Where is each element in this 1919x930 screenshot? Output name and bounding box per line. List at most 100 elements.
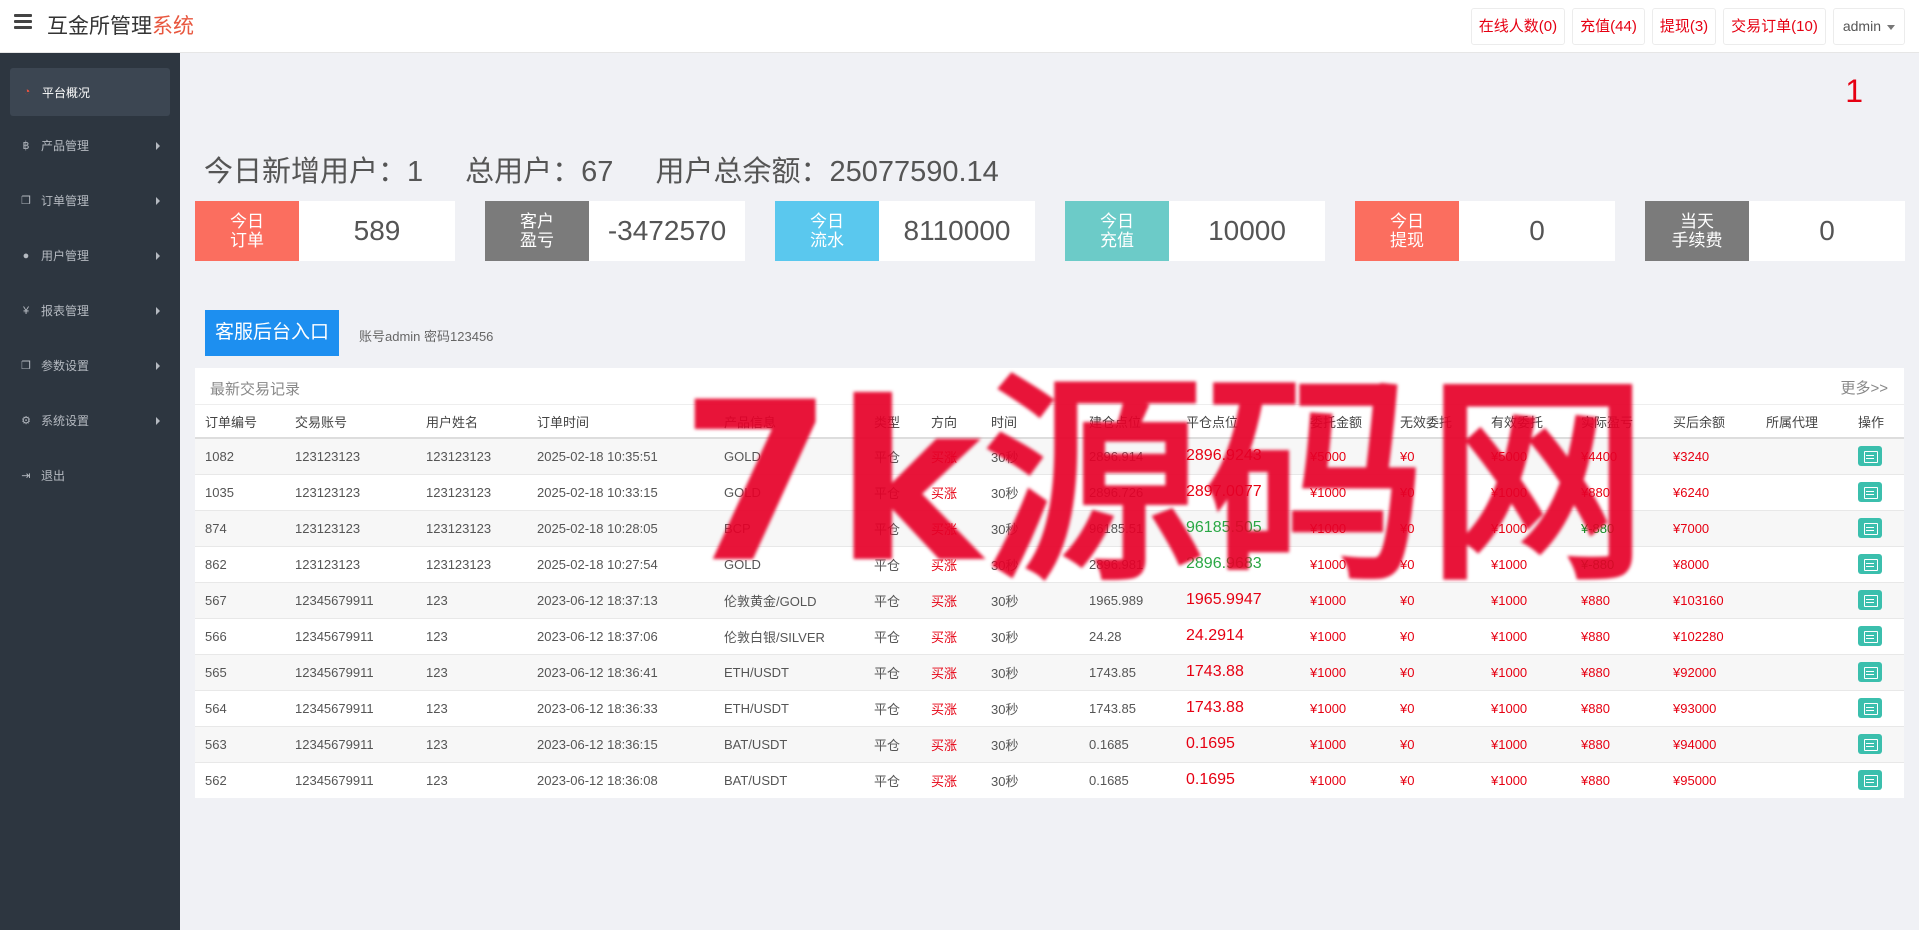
sidebar-item-orders[interactable]: ❐ 订单管理 [0, 173, 180, 228]
cell-agent [1756, 545, 1848, 582]
sidebar-item-label: 平台概况 [42, 85, 91, 100]
sidebar-item-params[interactable]: ❐ 参数设置 [0, 338, 180, 393]
cell-operation [1848, 581, 1904, 618]
cell-product: GOLD [714, 545, 864, 582]
cell-account: 123123123 [285, 473, 416, 510]
gears-icon: ⚙ [21, 414, 31, 427]
cell-balance-after: ¥3240 [1663, 437, 1756, 474]
top-bar: 互金所管理系统 在线人数(0) 充值(44) 提现(3) 交易订单(10) ad… [0, 0, 1919, 53]
cell-agent [1756, 473, 1848, 510]
column-header: 建仓点位 [1079, 405, 1176, 439]
sidebar-item-logout[interactable]: ⇥ 退出 [0, 448, 180, 503]
sidebar-item-system[interactable]: ⚙ 系统设置 [0, 393, 180, 448]
caret-right-icon [156, 361, 160, 370]
view-detail-icon[interactable] [1858, 590, 1882, 610]
column-header: 订单时间 [527, 405, 714, 439]
total-users-label: 总用户： [465, 156, 582, 188]
stat-label-line1: 客户 [520, 212, 554, 231]
cell-direction: 买涨 [921, 689, 981, 726]
cell-agent [1756, 725, 1848, 762]
view-detail-icon[interactable] [1858, 734, 1882, 754]
cell-period: 30秒 [981, 545, 1079, 582]
menu-toggle-icon[interactable] [14, 14, 32, 30]
cell-pnl: ¥-880 [1571, 509, 1663, 546]
cell-trade-type: 平仓 [864, 509, 921, 546]
cell-valid-amount: ¥1000 [1481, 509, 1571, 546]
cell-direction: 买涨 [921, 581, 981, 618]
cell-invalid-amount: ¥0 [1390, 761, 1481, 798]
cell-close-price: 2897.0077 [1176, 473, 1300, 510]
cell-amount: ¥1000 [1300, 545, 1390, 582]
stat-label-line2: 充值 [1100, 231, 1134, 250]
stat-card: 当天 手续费 0 [1645, 201, 1905, 261]
yen-icon: ¥ [22, 304, 30, 317]
stat-value: 10000 [1208, 215, 1286, 246]
cell-trade-type: 平仓 [864, 617, 921, 654]
sidebar-item-reports[interactable]: ¥ 报表管理 [0, 283, 180, 338]
panel-header: 最新交易记录 更多>> [195, 368, 1904, 405]
cell-product: 伦敦黄金/GOLD [714, 581, 864, 618]
cell-account: 123123123 [285, 509, 416, 546]
cell-direction: 买涨 [921, 545, 981, 582]
stat-card: 客户 盈亏 -3472570 [485, 201, 745, 261]
table-row: 566 12345679911 123 2023-06-12 18:37:06 伦敦白银… [195, 617, 1904, 654]
sidebar-item-overview[interactable]: ◔ 平台概况 [10, 68, 170, 116]
caret-right-icon [156, 306, 160, 315]
view-detail-icon[interactable] [1858, 518, 1882, 538]
cell-order-id: 567 [195, 581, 285, 618]
view-detail-icon[interactable] [1858, 554, 1882, 574]
view-detail-icon[interactable] [1858, 626, 1882, 646]
sidebar-item-users[interactable]: ● 用户管理 [0, 228, 180, 283]
view-detail-icon[interactable] [1858, 662, 1882, 682]
view-detail-icon[interactable] [1858, 698, 1882, 718]
stat-label-line2: 流水 [810, 231, 844, 250]
table-row: 567 12345679911 123 2023-06-12 18:37:13 伦敦黄金… [195, 581, 1904, 618]
customer-service-button[interactable]: 客服后台入口 [205, 310, 340, 356]
cell-balance-after: ¥94000 [1663, 725, 1756, 762]
cell-order-time: 2023-06-12 18:36:08 [527, 761, 714, 798]
cell-period: 30秒 [981, 437, 1079, 474]
sidebar-item-products[interactable]: ฿ 产品管理 [0, 118, 180, 173]
column-header: 时间 [981, 405, 1079, 439]
recharge-link[interactable]: 充值(44) [1572, 8, 1645, 45]
more-link[interactable]: 更多>> [1840, 377, 1888, 398]
new-users-label: 今日新增用户： [204, 156, 408, 188]
view-detail-icon[interactable] [1858, 446, 1882, 467]
stat-card: 今日 充值 10000 [1065, 201, 1325, 261]
stat-label-line2: 盈亏 [520, 231, 554, 250]
view-detail-icon[interactable] [1858, 482, 1882, 502]
cell-valid-amount: ¥1000 [1481, 725, 1571, 762]
cell-direction: 买涨 [921, 653, 981, 690]
cell-direction: 买涨 [921, 509, 981, 546]
table-row: 563 12345679911 123 2023-06-12 18:36:15 BAT/… [195, 725, 1904, 762]
cell-amount: ¥1000 [1300, 617, 1390, 654]
trade-orders-link[interactable]: 交易订单(10) [1723, 8, 1826, 45]
cell-balance-after: ¥93000 [1663, 689, 1756, 726]
view-detail-icon[interactable] [1858, 770, 1882, 791]
online-users-link[interactable]: 在线人数(0) [1470, 8, 1566, 45]
withdraw-link[interactable]: 提现(3) [1651, 8, 1717, 45]
caret-right-icon [156, 141, 160, 150]
sidebar-item-label: 产品管理 [41, 139, 90, 153]
cell-order-time: 2023-06-12 18:37:06 [527, 617, 714, 654]
cell-valid-amount: ¥1000 [1481, 581, 1571, 618]
cell-close-price: 24.2914 [1176, 617, 1300, 654]
cell-close-price: 1965.9947 [1176, 581, 1300, 618]
cell-amount: ¥1000 [1300, 509, 1390, 546]
cell-order-id: 1082 [195, 437, 285, 474]
cell-invalid-amount: ¥0 [1390, 545, 1481, 582]
stat-value: 589 [353, 215, 401, 246]
cell-invalid-amount: ¥0 [1390, 617, 1481, 654]
column-header: 操作 [1848, 405, 1904, 439]
cell-pnl: ¥880 [1571, 653, 1663, 690]
balance-label: 用户总余额： [655, 156, 830, 188]
cell-invalid-amount: ¥0 [1390, 509, 1481, 546]
cell-balance-after: ¥6240 [1663, 473, 1756, 510]
user-icon: ● [22, 249, 30, 262]
cell-account: 12345679911 [285, 653, 416, 690]
page-number: 1 [1845, 73, 1863, 109]
cell-pnl: ¥880 [1571, 581, 1663, 618]
column-header: 用户姓名 [416, 405, 527, 439]
sidebar-item-label: 报表管理 [41, 304, 90, 318]
user-menu[interactable]: admin [1832, 8, 1905, 45]
